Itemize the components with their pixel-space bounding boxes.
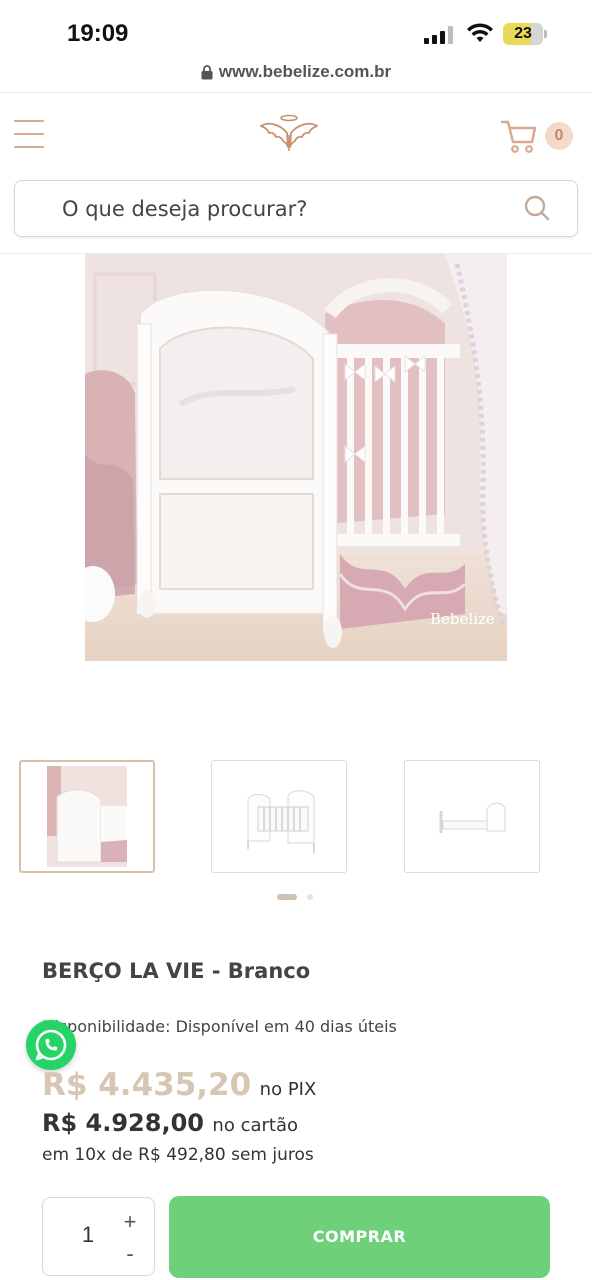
thumbnail-3[interactable] [404, 760, 540, 873]
thumbnail-1[interactable] [19, 760, 155, 873]
product-title: BERÇO LA VIE - Branco [42, 959, 311, 983]
address-bar[interactable]: www.bebelize.com.br [0, 62, 592, 92]
site-header: 0 [0, 93, 592, 175]
availability: Disponibilidade: Disponível em 40 dias ú… [42, 1017, 397, 1036]
availability-value: Disponível em 40 dias úteis [175, 1017, 397, 1036]
quantity-increment-button[interactable]: + [119, 1210, 141, 1234]
whatsapp-icon [35, 1029, 67, 1061]
crib-illustration: Bebelize [85, 254, 507, 661]
lock-icon [201, 64, 213, 79]
whatsapp-button[interactable] [26, 1020, 76, 1070]
battery-icon: 23 [503, 23, 547, 45]
pagination-dot-active[interactable] [277, 894, 297, 900]
angel-wings-logo[interactable] [259, 113, 319, 155]
price-card-suffix: no cartão [212, 1115, 298, 1136]
cart-icon[interactable] [500, 118, 538, 154]
status-bar: 19:09 23 [0, 0, 592, 62]
search-input[interactable] [62, 181, 502, 236]
installments-text: em 10x de R$ 492,80 sem juros [42, 1145, 314, 1165]
price-pix: R$ 4.435,20 no PIX [42, 1067, 316, 1103]
product-main-image[interactable]: Bebelize [85, 254, 507, 661]
buy-button[interactable]: COMPRAR [169, 1196, 550, 1278]
price-card-value: R$ 4.928,00 [42, 1109, 204, 1137]
quantity-decrement-button[interactable]: - [119, 1242, 141, 1266]
watermark-text: Bebelize [430, 610, 495, 628]
price-pix-value: R$ 4.435,20 [42, 1067, 252, 1103]
url-text: www.bebelize.com.br [218, 62, 392, 81]
battery-level: 23 [514, 25, 532, 42]
thumbnail-image [439, 802, 506, 833]
thumbnail-2[interactable] [211, 760, 347, 873]
search-icon[interactable] [523, 194, 551, 222]
status-time: 19:09 [67, 20, 129, 47]
pagination-dot[interactable] [307, 894, 313, 900]
menu-icon[interactable] [14, 120, 44, 148]
price-pix-suffix: no PIX [259, 1079, 317, 1100]
thumbnail-image [247, 790, 315, 853]
thumbnail-image [47, 766, 127, 867]
search-bar [14, 180, 578, 237]
quantity-stepper: 1 + - [42, 1197, 155, 1276]
cart-count-badge[interactable]: 0 [545, 122, 573, 150]
quantity-value[interactable]: 1 [73, 1222, 103, 1248]
signal-icon [424, 26, 456, 44]
gallery-pagination [277, 893, 317, 901]
price-card: R$ 4.928,00 no cartão [42, 1109, 298, 1137]
wifi-icon [467, 23, 493, 42]
